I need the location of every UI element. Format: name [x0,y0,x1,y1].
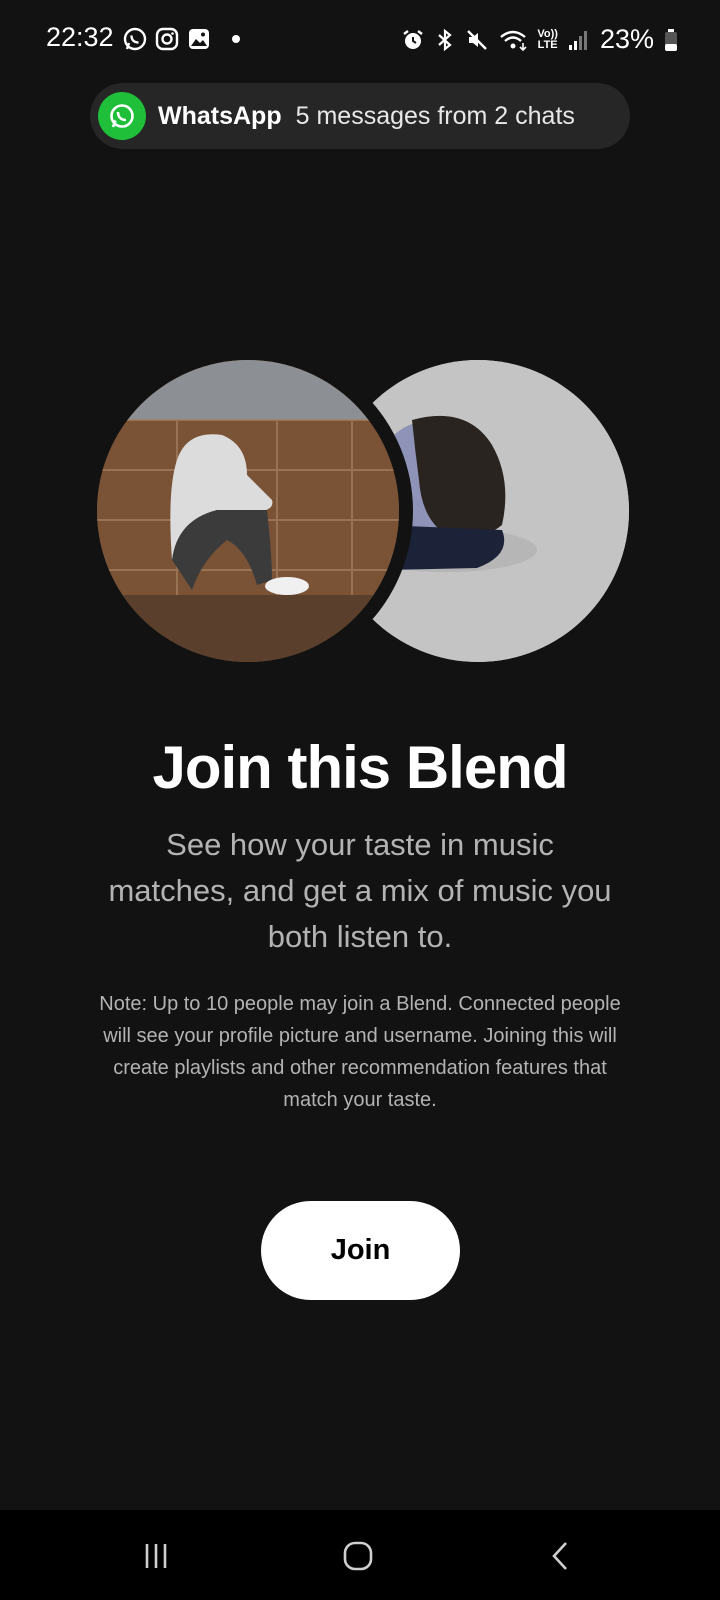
whatsapp-icon [98,92,146,140]
mute-icon [465,28,489,52]
notification-app-name: WhatsApp [158,101,282,130]
user-avatar [97,360,399,662]
alarm-icon [401,28,425,52]
status-system-icons: Vo)) LTE 23% [401,24,678,55]
status-bar: 22:32 Vo)) LTE 23% [0,0,720,80]
notification-text: 5 messages from 2 chats [295,101,575,130]
whatsapp-notification-pill[interactable]: WhatsApp 5 messages from 2 chats [90,83,630,149]
wifi-icon [499,28,527,52]
back-icon[interactable] [541,1536,581,1576]
instagram-icon [154,26,180,52]
battery-icon [664,28,678,52]
status-notification-icons [122,26,240,52]
join-button[interactable]: Join [261,1201,460,1300]
whatsapp-icon [122,26,148,52]
page-title: Join this Blend [152,734,568,801]
system-nav-bar [0,1510,720,1600]
status-dot [232,35,240,43]
blend-subtitle: See how your taste in music matches, and… [108,827,612,954]
recents-icon[interactable] [136,1536,176,1576]
gallery-icon [186,26,212,52]
bluetooth-icon [435,28,455,52]
volte-lte-label: Vo)) LTE [537,27,558,51]
blend-note: Note: Up to 10 people may join a Blend. … [99,993,621,1111]
status-time: 22:32 [46,22,114,52]
home-icon[interactable] [338,1536,378,1576]
signal-icon [568,29,588,51]
battery-percent: 23% [599,24,654,54]
